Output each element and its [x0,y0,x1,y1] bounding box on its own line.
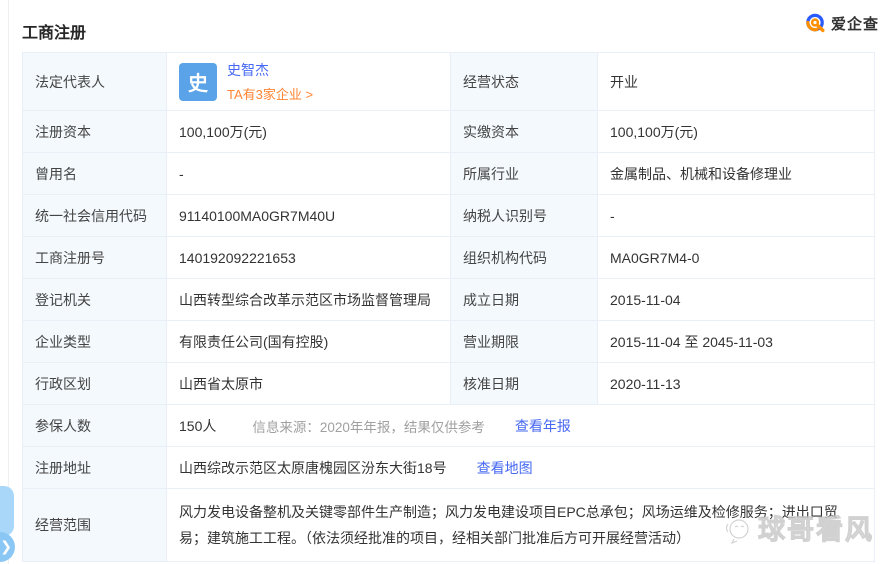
field-label: 核准日期 [451,363,598,405]
aiqicha-logo-text: 爱企查 [831,13,879,34]
registered-address-value: 山西综改示范区太原唐槐园区汾东大街18号 [179,458,447,478]
table-row: 登记机关 山西转型综合改革示范区市场监督管理局 成立日期 2015-11-04 [23,279,875,321]
insured-count-cell: 150人 信息来源：2020年年报，结果仅供参考 查看年报 [167,405,875,447]
registration-info-table: 法定代表人 史 史智杰 TA有3家企业 > 经营状态 开业 注册资本 100,1… [22,52,875,562]
field-label-insured-count: 参保人数 [23,405,167,447]
chevron-right-icon: ❯ [0,538,12,555]
field-label-operating-status: 经营状态 [451,53,598,111]
field-label: 所属行业 [451,153,598,195]
insured-source-note: 信息来源：2020年年报，结果仅供参考 [252,416,485,436]
view-map-link[interactable]: 查看地图 [477,458,533,478]
view-annual-report-link[interactable]: 查看年报 [515,416,571,436]
field-value: 2015-11-04 至 2045-11-03 [598,321,875,363]
table-row: 法定代表人 史 史智杰 TA有3家企业 > 经营状态 开业 [23,53,875,111]
field-label-legal-representative: 法定代表人 [23,53,167,111]
field-label: 纳税人识别号 [451,195,598,237]
field-value: 100,100万(元) [167,111,451,153]
table-row: 曾用名 - 所属行业 金属制品、机械和设备修理业 [23,153,875,195]
field-value: - [167,153,451,195]
table-row: 企业类型 有限责任公司(国有控股) 营业期限 2015-11-04 至 2045… [23,321,875,363]
field-value: 2015-11-04 [598,279,875,321]
field-label: 实缴资本 [451,111,598,153]
table-row: 统一社会信用代码 91140100MA0GR7M40U 纳税人识别号 - [23,195,875,237]
field-label: 营业期限 [451,321,598,363]
field-label: 曾用名 [23,153,167,195]
table-row: 工商注册号 140192092221653 组织机构代码 MA0GR7M4-0 [23,237,875,279]
field-value-operating-status: 开业 [598,53,875,111]
field-value: 有限责任公司(国有控股) [167,321,451,363]
business-registration-page: 工商注册 爱企查 法定代表人 史 史智杰 TA有3家企 [0,0,896,564]
table-row: 注册地址 山西综改示范区太原唐槐园区汾东大街18号 查看地图 [23,447,875,489]
field-label-registered-address: 注册地址 [23,447,167,489]
field-label: 登记机关 [23,279,167,321]
legal-representative-avatar[interactable]: 史 [179,63,217,101]
field-label: 行政区划 [23,363,167,405]
field-value: - [598,195,875,237]
registered-address-cell: 山西综改示范区太原唐槐园区汾东大街18号 查看地图 [167,447,875,489]
business-scope-cell: 风力发电设备整机及关键零部件生产制造；风力发电建设项目EPC总承包；风场运维及检… [167,489,875,562]
field-label: 统一社会信用代码 [23,195,167,237]
field-label: 成立日期 [451,279,598,321]
field-value: 金属制品、机械和设备修理业 [598,153,875,195]
table-row: 参保人数 150人 信息来源：2020年年报，结果仅供参考 查看年报 [23,405,875,447]
field-label: 企业类型 [23,321,167,363]
related-companies-link[interactable]: TA有3家企业 > [227,84,313,103]
field-label-business-scope: 经营范围 [23,489,167,562]
field-label: 组织机构代码 [451,237,598,279]
field-value: 山西转型综合改革示范区市场监督管理局 [167,279,451,321]
business-scope-value: 风力发电设备整机及关键零部件生产制造；风力发电建设项目EPC总承包；风场运维及检… [179,489,862,561]
page-title: 工商注册 [22,19,86,43]
field-value: 2020-11-13 [598,363,875,405]
table-row: 经营范围 风力发电设备整机及关键零部件生产制造；风力发电建设项目EPC总承包；风… [23,489,875,562]
legal-representative-name-link[interactable]: 史智杰 [227,60,313,80]
sidebar-expand-button[interactable]: ❯ [0,532,15,562]
field-value: 100,100万(元) [598,111,875,153]
field-value: MA0GR7M4-0 [598,237,875,279]
field-value: 91140100MA0GR7M40U [167,195,451,237]
aiqicha-logo-icon [804,12,827,35]
insured-count-value: 150人 [179,416,216,436]
field-label: 工商注册号 [23,237,167,279]
table-row: 注册资本 100,100万(元) 实缴资本 100,100万(元) [23,111,875,153]
field-value: 140192092221653 [167,237,451,279]
left-edge-divider [8,0,9,564]
field-value: 山西省太原市 [167,363,451,405]
aiqicha-logo[interactable]: 爱企查 [804,12,879,35]
sidebar-expand-tab[interactable] [0,486,14,536]
field-label: 注册资本 [23,111,167,153]
table-row: 行政区划 山西省太原市 核准日期 2020-11-13 [23,363,875,405]
legal-representative-cell: 史 史智杰 TA有3家企业 > [167,53,451,111]
